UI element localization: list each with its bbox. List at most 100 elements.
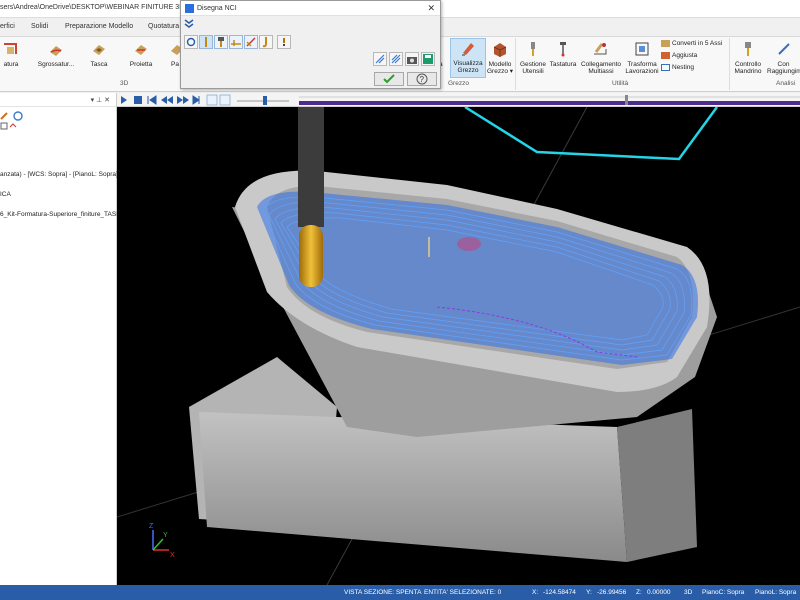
toolpath-all-button[interactable] xyxy=(389,52,403,66)
contour-button[interactable]: atura xyxy=(0,40,22,68)
graphics-viewport[interactable]: X Y Z xyxy=(117,107,800,585)
holder-display-button[interactable] xyxy=(214,35,228,49)
tool-display-button[interactable] xyxy=(219,94,231,106)
close-icon[interactable]: ✕ xyxy=(427,3,435,14)
origin-marker xyxy=(457,237,481,251)
group-divider xyxy=(729,38,730,90)
pocket-button[interactable]: Tasca xyxy=(86,40,112,68)
hook-tool-button[interactable] xyxy=(259,35,273,49)
stock-model-button[interactable]: Modello Grezzo ▾ xyxy=(486,40,514,75)
tab-superfici[interactable]: erfici xyxy=(0,23,15,30)
transform-button[interactable]: Trasforma Lavorazioni xyxy=(624,40,660,75)
save-button[interactable] xyxy=(421,52,435,66)
axis-triad: X Y Z xyxy=(149,523,175,559)
ok-button[interactable] xyxy=(374,72,404,86)
planel-status[interactable]: PianoL: Sopra xyxy=(755,589,796,596)
feed-display-button[interactable] xyxy=(244,35,258,49)
dialog-app-icon xyxy=(185,4,194,13)
group-label-utilita: Utilità xyxy=(612,80,629,87)
play-button[interactable] xyxy=(121,96,127,104)
go-end-button[interactable] xyxy=(192,95,200,105)
tab-solidi[interactable]: Solidi xyxy=(31,23,48,30)
speed-slider-thumb[interactable] xyxy=(263,96,267,105)
group-label-analisi: Analisi xyxy=(776,80,796,87)
section-view-status[interactable]: VISTA SEZIONE: SPENTA xyxy=(344,589,421,596)
dialog-title: Disegna NCI xyxy=(197,5,237,12)
panel-header: ▾ ⊥ ✕ xyxy=(0,93,116,107)
step-back-button[interactable] xyxy=(161,96,173,104)
triad-x-label: X xyxy=(170,552,175,559)
project-button[interactable]: Proietta xyxy=(126,40,156,68)
step-forward-button[interactable] xyxy=(177,96,189,104)
model-view[interactable]: X Y Z xyxy=(117,107,800,585)
tab-quotatura[interactable]: Quotatura xyxy=(148,23,179,30)
y-coordinate: -26.99456 xyxy=(597,589,627,596)
stock-boundary xyxy=(464,107,719,161)
view-mode[interactable]: 3D xyxy=(684,589,692,596)
group-label-grezzo: Grezzo xyxy=(448,80,469,87)
rotate-view-button[interactable] xyxy=(184,35,198,49)
x-label: X: xyxy=(532,589,539,596)
operation-machine-line[interactable]: ICA xyxy=(0,191,11,198)
position-marker[interactable] xyxy=(625,95,628,105)
rotate-icon xyxy=(186,37,196,47)
show-stock-button[interactable]: Visualizza Grezzo xyxy=(450,38,486,78)
help-button[interactable]: ? xyxy=(407,72,437,86)
collapse-chevron-icon[interactable] xyxy=(184,19,194,28)
x-coordinate: -124.58474 xyxy=(543,589,576,596)
position-progress-bar[interactable] xyxy=(299,101,800,105)
group-divider xyxy=(515,38,516,90)
window-path: sers\Andrea\OneDrive\DESKTOP\WEBINAR FIN… xyxy=(0,4,200,11)
operations-manager-panel: ▾ ⊥ ✕ anzata) - [WCS: Sopra] - [PianoL: … xyxy=(0,93,118,585)
go-start-button[interactable] xyxy=(147,95,157,105)
nesting-button[interactable]: Nesting xyxy=(661,64,711,71)
nesting-icon xyxy=(661,64,670,71)
roughing-button[interactable]: Sgrossatur... xyxy=(36,40,76,68)
probe-icon xyxy=(560,42,566,57)
z-label: Z: xyxy=(636,589,642,596)
info-icon xyxy=(283,38,285,46)
tab-preparazione-modello[interactable]: Preparazione Modello xyxy=(65,23,133,30)
toolpath-all-icon xyxy=(391,54,401,64)
feed-icon xyxy=(246,37,256,47)
tool-icon xyxy=(205,37,207,47)
stop-button[interactable] xyxy=(134,96,142,104)
roughing-icon xyxy=(50,46,62,56)
save-icon xyxy=(423,54,433,64)
tool-axis-button[interactable] xyxy=(229,35,243,49)
planec-status[interactable]: PianoC: Sopra xyxy=(702,589,744,596)
toolpath-segments-icon xyxy=(375,54,385,64)
probe-button[interactable]: Tastatura xyxy=(549,40,577,68)
toolpath-display-button[interactable] xyxy=(206,94,218,106)
panel-toolbar xyxy=(0,110,30,132)
dialog-titlebar: Disegna NCI ✕ xyxy=(181,1,440,16)
transform-icon xyxy=(635,42,649,56)
show-stock-icon xyxy=(462,43,474,56)
trim-icon xyxy=(661,52,670,59)
base-block-right-face xyxy=(617,409,697,562)
operation-file-line[interactable]: 6_Kit-Formatura-Superiore_finiture_TASI xyxy=(0,211,118,218)
info-button[interactable] xyxy=(277,35,291,49)
panel-tool-icons[interactable] xyxy=(0,110,30,132)
operation-group-line[interactable]: anzata) - [WCS: Sopra] - [PianoL: Sopra] xyxy=(0,171,118,178)
triad-z-label: Z xyxy=(149,523,154,530)
multiaxis-link-button[interactable]: Collegamento Multiassi xyxy=(580,40,622,75)
screenshot-button[interactable] xyxy=(405,52,419,66)
disegna-nci-dialog: Disegna NCI ✕ ? xyxy=(180,0,441,89)
status-bar: VISTA SEZIONE: SPENTA ENTITA' SELEZIONAT… xyxy=(0,585,800,600)
tool-axis-icon xyxy=(231,40,241,46)
panel-pin-controls[interactable]: ▾ ⊥ ✕ xyxy=(91,96,110,104)
checkmark-icon xyxy=(383,74,395,84)
backplot-toolbar xyxy=(117,93,800,107)
project-icon xyxy=(135,45,147,55)
tool-manager-button[interactable]: Gestione Utensili xyxy=(518,40,548,75)
trim-button[interactable]: Aggiusta xyxy=(661,52,711,59)
tool-cutter xyxy=(299,225,323,287)
convert-5axis-button[interactable]: Converti in 5 Assi xyxy=(661,40,729,47)
stock-model-icon xyxy=(493,43,507,57)
holder-check-button[interactable]: Controllo Mandrino xyxy=(731,40,765,75)
toolpath-segments-button[interactable] xyxy=(373,52,387,66)
reach-check-button[interactable]: Con Raggiungim xyxy=(767,40,800,75)
tool-manager-icon xyxy=(531,42,535,56)
tool-display-button[interactable] xyxy=(199,35,213,49)
